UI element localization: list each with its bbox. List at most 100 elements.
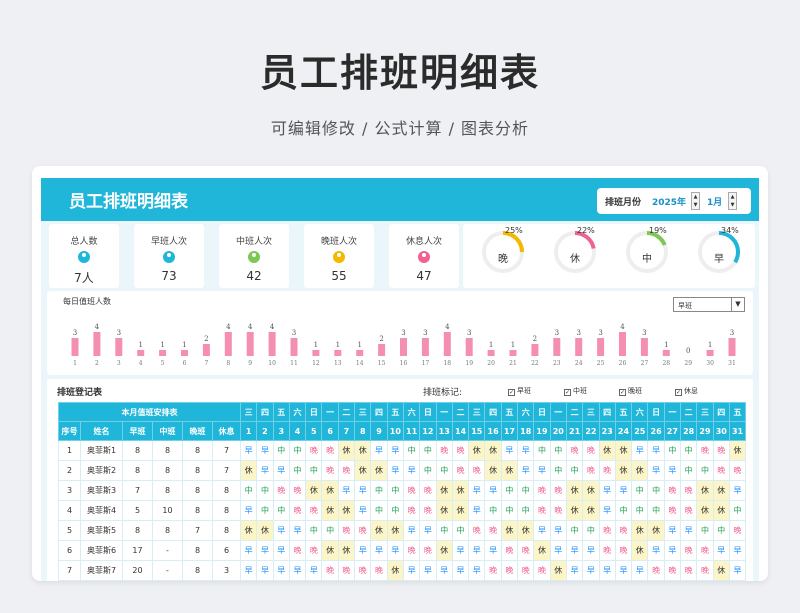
shift-cell[interactable]: 休 [468, 440, 486, 461]
shift-cell[interactable]: 晚 [663, 500, 682, 521]
shift-cell[interactable]: 休 [451, 500, 470, 521]
shift-cell[interactable]: 晚 [712, 460, 730, 481]
shift-cell[interactable]: 中 [370, 500, 388, 521]
shift-cell[interactable]: 晚 [598, 540, 616, 561]
shift-cell[interactable]: 早 [533, 460, 551, 481]
shift-cell[interactable]: 晚 [533, 560, 551, 581]
legend-item[interactable]: ✓ 晚班 [619, 386, 642, 396]
shift-cell[interactable]: 中 [712, 520, 730, 541]
shift-cell[interactable]: 早 [647, 440, 665, 461]
shift-cell[interactable]: 休 [435, 480, 453, 501]
shift-cell[interactable]: 早 [451, 540, 470, 561]
shift-cell[interactable]: 早 [712, 540, 730, 561]
shift-cell[interactable]: 晚 [402, 500, 421, 521]
shift-cell[interactable]: 休 [354, 460, 372, 481]
shift-cell[interactable]: 中 [256, 480, 274, 501]
shift-cell[interactable]: 早 [239, 440, 258, 461]
checkbox-icon[interactable]: ✓ [619, 389, 626, 396]
shift-cell[interactable]: 早 [614, 480, 633, 501]
shift-cell[interactable]: 晚 [451, 440, 470, 461]
shift-cell[interactable]: 休 [614, 440, 633, 461]
shift-cell[interactable]: 早 [272, 520, 290, 541]
shift-cell[interactable]: 早 [533, 520, 551, 541]
shift-cell[interactable]: 早 [337, 480, 356, 501]
shift-cell[interactable]: 早 [631, 440, 649, 461]
shift-cell[interactable]: 休 [337, 440, 356, 461]
shift-cell[interactable]: 早 [680, 520, 698, 541]
shift-cell[interactable]: 晚 [354, 520, 372, 541]
shift-cell[interactable]: 早 [728, 560, 747, 581]
shift-cell[interactable]: 早 [517, 440, 535, 461]
shift-cell[interactable]: 晚 [337, 460, 356, 481]
shift-cell[interactable]: 晚 [680, 540, 698, 561]
shift-cell[interactable]: 早 [451, 560, 470, 581]
shift-cell[interactable]: 晚 [533, 500, 551, 521]
shift-cell[interactable]: 晚 [468, 520, 486, 541]
shift-cell[interactable]: 中 [386, 500, 404, 521]
shift-cell[interactable]: 早 [288, 520, 307, 541]
shift-cell[interactable]: 晚 [565, 440, 584, 461]
shift-cell[interactable]: 休 [239, 460, 258, 481]
shift-cell[interactable]: 中 [647, 480, 665, 501]
shift-cell[interactable]: 中 [321, 520, 339, 541]
shift-cell[interactable]: 休 [337, 500, 356, 521]
shift-cell[interactable]: 晚 [337, 560, 356, 581]
shift-cell[interactable]: 早 [468, 480, 486, 501]
shift-cell[interactable]: 晚 [614, 520, 633, 541]
shift-cell[interactable]: 早 [565, 560, 584, 581]
shift-cell[interactable]: 晚 [305, 500, 323, 521]
shift-cell[interactable]: 中 [500, 500, 519, 521]
shift-cell[interactable]: 中 [419, 460, 437, 481]
shift-cell[interactable]: 晚 [484, 560, 502, 581]
shift-cell[interactable]: 休 [549, 560, 567, 581]
shift-cell[interactable]: 晚 [680, 560, 698, 581]
month-spinner[interactable]: ▲ ▼ [728, 192, 737, 210]
shift-cell[interactable]: 晚 [728, 520, 747, 541]
shift-cell[interactable]: 晚 [337, 520, 356, 541]
shift-cell[interactable]: 中 [565, 460, 584, 481]
shift-cell[interactable]: 休 [354, 440, 372, 461]
shift-cell[interactable]: 晚 [370, 560, 388, 581]
shift-cell[interactable]: 休 [712, 560, 730, 581]
shift-cell[interactable]: 晚 [696, 560, 714, 581]
shift-cell[interactable]: 晚 [305, 540, 323, 561]
shift-cell[interactable]: 中 [484, 500, 502, 521]
legend-item[interactable]: ✓ 中班 [564, 386, 587, 396]
shift-cell[interactable]: 晚 [500, 540, 519, 561]
shift-cell[interactable]: 早 [484, 480, 502, 501]
shift-cell[interactable]: 休 [386, 560, 404, 581]
shift-cell[interactable]: 早 [500, 440, 519, 461]
shift-cell[interactable]: 中 [435, 520, 453, 541]
shift-cell[interactable]: 早 [419, 560, 437, 581]
shift-cell[interactable]: 休 [435, 540, 453, 561]
shift-cell[interactable]: 中 [663, 440, 682, 461]
shift-cell[interactable]: 早 [517, 460, 535, 481]
shift-cell[interactable]: 休 [712, 480, 730, 501]
shift-cell[interactable]: 早 [239, 560, 258, 581]
shift-cell[interactable]: 晚 [582, 460, 600, 481]
shift-cell[interactable]: 晚 [517, 560, 535, 581]
shift-cell[interactable]: 休 [582, 480, 600, 501]
shift-cell[interactable]: 早 [598, 560, 616, 581]
shift-cell[interactable]: 早 [419, 520, 437, 541]
shift-cell[interactable]: 休 [728, 440, 747, 461]
shift-cell[interactable]: 中 [288, 460, 307, 481]
checkbox-icon[interactable]: ✓ [564, 389, 571, 396]
shift-cell[interactable]: 早 [663, 520, 682, 541]
shift-cell[interactable]: 中 [239, 480, 258, 501]
shift-cell[interactable]: 中 [728, 500, 747, 521]
shift-cell[interactable]: 中 [272, 500, 290, 521]
shift-cell[interactable]: 晚 [305, 440, 323, 461]
shift-cell[interactable]: 早 [582, 540, 600, 561]
shift-cell[interactable]: 中 [614, 500, 633, 521]
shift-cell[interactable]: 休 [256, 520, 274, 541]
shift-cell[interactable]: 中 [631, 500, 649, 521]
shift-cell[interactable]: 早 [598, 500, 616, 521]
legend-item[interactable]: ✓ 早班 [508, 386, 531, 396]
shift-cell[interactable]: 休 [647, 520, 665, 541]
shift-cell[interactable]: 中 [370, 480, 388, 501]
shift-cell[interactable]: 早 [728, 540, 747, 561]
shift-cell[interactable]: 休 [631, 460, 649, 481]
shift-cell[interactable]: 晚 [517, 540, 535, 561]
shift-cell[interactable]: 休 [631, 520, 649, 541]
